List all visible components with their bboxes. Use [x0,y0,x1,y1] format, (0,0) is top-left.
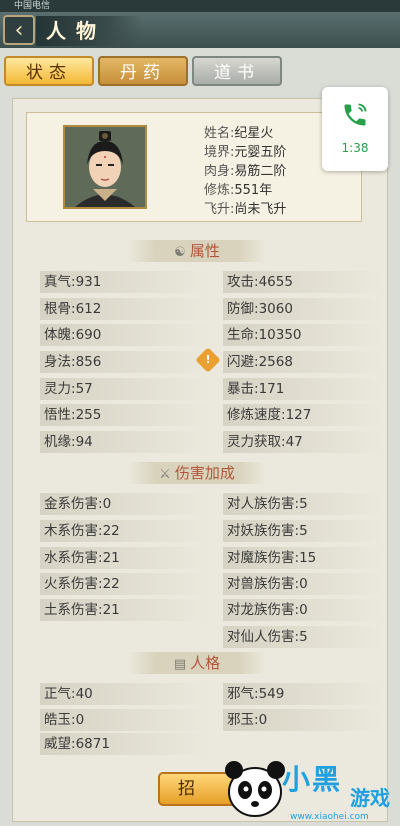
watermark-url: www.xiaohei.com [290,812,369,822]
damage-row: 木系伤害:22 [40,520,210,542]
profile-body: 肉身:易筋二阶 [204,164,287,179]
attr-row: 生命:10350 [223,324,383,346]
tab-books[interactable]: 道书 [192,56,282,86]
page-title: 人物 [36,16,142,46]
damage-row: 土系伤害:21 [40,599,210,621]
damage-row: 火系伤害:22 [40,573,210,595]
tab-pills[interactable]: 丹药 [98,56,188,86]
damage-row: 对人族伤害:5 [223,493,383,515]
damage-row: 对魔族伤害:15 [223,547,383,569]
recruit-button[interactable]: 招 [158,772,244,806]
alert-icon[interactable]: ! [195,347,221,373]
attr-row: 灵力:57 [40,378,210,400]
book-icon: ▤ [173,657,187,672]
back-button[interactable]: ‹ [3,15,35,45]
profile-name: 姓名:纪星火 [204,126,274,141]
damage-row: 水系伤害:21 [40,547,210,569]
yin-yang-icon: ☯ [174,245,186,260]
damage-row: 对妖族伤害:5 [223,520,383,542]
attr-row: 真气:931 [40,271,210,293]
attr-row: 灵力获取:47 [223,431,383,453]
personality-row: 皓玉:0 [40,709,210,731]
damage-bonus-header: ⚔ 伤害加成 [128,462,266,484]
attr-row: 体魄:690 [40,324,210,346]
personality-row: 邪玉:0 [223,709,383,731]
chevron-left-icon: ‹ [14,18,24,43]
attr-row: 修炼速度:127 [223,404,383,426]
attr-row: 闪避:2568 [223,351,383,373]
damage-row: 对仙人伤害:5 [223,626,383,648]
tab-bar: 状态 丹药 道书 [0,52,400,88]
call-duration: 1:38 [341,141,369,155]
attributes-header: ☯ 属性 [128,240,266,262]
crossed-swords-icon: ⚔ [159,467,171,482]
attr-row: 机缘:94 [40,431,210,453]
character-portrait [63,125,147,209]
profile-realm: 境界:元婴五阶 [204,145,287,160]
personality-row: 邪气:549 [223,683,383,705]
attr-row: 悟性:255 [40,404,210,426]
damage-row: 对龙族伤害:0 [223,599,383,621]
profile-cultivation: 修炼:551年 [204,183,273,198]
damage-row: 金系伤害:0 [40,493,210,515]
attr-row: 防御:3060 [223,298,383,320]
tab-status[interactable]: 状态 [4,56,94,86]
attr-row: 攻击:4655 [223,271,383,293]
personality-header: ▤ 人格 [128,652,266,674]
call-widget[interactable]: 1:38 [322,87,388,171]
status-bar: 中国电信 [0,0,400,12]
watermark-sub: 游戏 [350,786,390,810]
personality-row: 正气:40 [40,683,210,705]
attr-row: 身法:856 [40,351,210,373]
attr-row: 根骨:612 [40,298,210,320]
phone-icon [344,103,367,126]
profile-ascension: 飞升:尚未飞升 [204,202,287,217]
personality-row: 威望:6871 [40,733,210,755]
damage-row: 对兽族伤害:0 [223,573,383,595]
attr-row: 暴击:171 [223,378,383,400]
carrier-label: 中国电信 [14,1,51,11]
